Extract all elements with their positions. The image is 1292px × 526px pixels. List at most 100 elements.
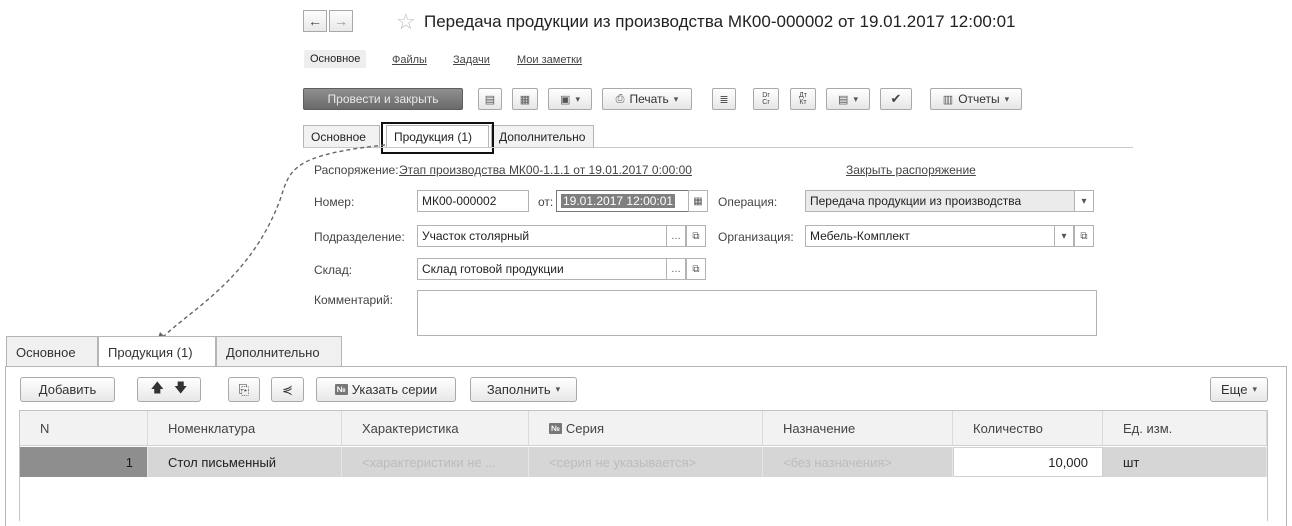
bottom-tab-products-label: Продукция (1) bbox=[108, 345, 193, 360]
arrow-up-icon[interactable]: 🡅 bbox=[151, 379, 164, 401]
post-and-close-button[interactable]: Провести и закрыть bbox=[303, 88, 463, 110]
highlight-frame bbox=[381, 122, 494, 154]
page-title: Передача продукции из производства МК00-… bbox=[424, 12, 1016, 31]
col-header-item[interactable]: Номенклатура bbox=[148, 411, 342, 446]
print-label: Печать bbox=[629, 92, 669, 106]
checkmark-icon: ✔ bbox=[890, 91, 902, 106]
dr-cr-icon: Dr Cr bbox=[762, 92, 770, 106]
organization-label: Организация: bbox=[718, 230, 794, 244]
dt-kt-icon: Дт Кт bbox=[799, 92, 807, 106]
fill-label: Заполнить bbox=[486, 382, 551, 397]
reports-label: Отчеты bbox=[958, 92, 1000, 106]
related-docs-button[interactable]: ▤ bbox=[826, 88, 870, 110]
col-header-characteristic[interactable]: Характеристика bbox=[342, 411, 529, 446]
operation-label: Операция: bbox=[718, 195, 778, 209]
date-field[interactable]: 19.01.2017 12:00:01 bbox=[556, 190, 689, 212]
calendar-button[interactable]: ▦ bbox=[688, 190, 708, 212]
operation-field[interactable]: Передача продукции из производства bbox=[805, 190, 1075, 212]
order-link[interactable]: Этап производства МК00-1.1.1 от 19.01.20… bbox=[399, 163, 692, 177]
save-button[interactable]: ▤ bbox=[478, 88, 502, 110]
bottom-tab-additional-label: Дополнительно bbox=[226, 344, 320, 360]
operation-dropdown-button[interactable]: ▾ bbox=[1074, 190, 1094, 212]
form-tab-additional-label: Дополнительно bbox=[499, 129, 586, 144]
favorite-star-icon[interactable]: ☆ bbox=[396, 9, 416, 35]
reports-button[interactable]: ▥ Отчеты bbox=[930, 88, 1022, 110]
col-header-series[interactable]: № Серия bbox=[529, 411, 763, 446]
more-label: Еще bbox=[1221, 382, 1248, 397]
close-order-link[interactable]: Закрыть распоряжение bbox=[846, 163, 976, 177]
organization-field[interactable]: Мебель-Комплект bbox=[805, 225, 1055, 247]
cell-purpose[interactable]: <без назначения> bbox=[763, 447, 953, 477]
printer-icon: ⎙ bbox=[615, 92, 625, 105]
dt-kt-button[interactable]: Дт Кт bbox=[790, 88, 816, 110]
bottom-tab-additional[interactable]: Дополнительно bbox=[216, 336, 342, 367]
form-link-files[interactable]: Файлы bbox=[392, 54, 427, 66]
create-based-on-button[interactable]: ▣ bbox=[548, 88, 592, 110]
tab-underline bbox=[303, 147, 1133, 148]
warehouse-field[interactable]: Склад готовой продукции bbox=[417, 258, 667, 280]
save-icon: ▤ bbox=[484, 93, 496, 106]
open-icon: ⧉ bbox=[692, 230, 700, 242]
open-icon: ⧉ bbox=[1080, 230, 1088, 242]
number-field[interactable]: МК00-000002 bbox=[417, 190, 529, 212]
cell-item[interactable]: Стол письменный bbox=[148, 447, 342, 477]
list-icon: ≣ bbox=[719, 93, 729, 106]
share-button[interactable]: ⋞ bbox=[271, 377, 304, 402]
bottom-tab-products[interactable]: Продукция (1) bbox=[98, 336, 216, 368]
specify-series-label: Указать серии bbox=[351, 382, 438, 397]
division-open-button[interactable]: ⧉ bbox=[686, 225, 706, 247]
add-button[interactable]: Добавить bbox=[20, 377, 115, 402]
arrow-down-icon[interactable]: 🡇 bbox=[174, 379, 187, 401]
cell-n[interactable]: 1 bbox=[20, 447, 148, 477]
print-button[interactable]: ⎙ Печать bbox=[602, 88, 692, 110]
open-icon: ⧉ bbox=[692, 263, 700, 275]
organization-dropdown-button[interactable]: ▾ bbox=[1054, 225, 1074, 247]
col-header-purpose[interactable]: Назначение bbox=[763, 411, 953, 446]
dr-cr-button[interactable]: Dr Cr bbox=[753, 88, 779, 110]
forward-button[interactable]: → bbox=[329, 10, 353, 32]
division-select-button[interactable]: … bbox=[666, 225, 686, 247]
chevron-down-icon: ▾ bbox=[1061, 230, 1067, 242]
chevron-down-icon: ▾ bbox=[1081, 195, 1087, 207]
form-link-tasks[interactable]: Задачи bbox=[453, 54, 490, 66]
split-icon: ⋞ bbox=[282, 381, 293, 397]
copy-row-button[interactable]: ⎘ bbox=[228, 377, 260, 402]
back-button[interactable]: ← bbox=[303, 10, 327, 32]
specify-series-button[interactable]: № Указать серии bbox=[316, 377, 456, 402]
organization-open-button[interactable]: ⧉ bbox=[1074, 225, 1094, 247]
cell-series[interactable]: <серия не указывается> bbox=[529, 447, 763, 477]
form-link-main[interactable]: Основное bbox=[304, 50, 367, 68]
calendar-icon: ▦ bbox=[693, 195, 703, 207]
structure-button[interactable]: ≣ bbox=[712, 88, 736, 110]
callout-arrow bbox=[156, 144, 386, 344]
number-badge-icon: № bbox=[549, 422, 562, 434]
date-value: 19.01.2017 12:00:01 bbox=[561, 194, 676, 208]
more-button[interactable]: Еще bbox=[1210, 377, 1268, 402]
ellipsis-icon: … bbox=[671, 263, 681, 275]
warehouse-open-button[interactable]: ⧉ bbox=[686, 258, 706, 280]
check-button[interactable]: ✔ bbox=[880, 88, 912, 110]
arrow-left-icon: ← bbox=[308, 13, 322, 29]
create-based-icon: ▣ bbox=[560, 93, 571, 106]
bottom-tab-main[interactable]: Основное bbox=[6, 336, 98, 367]
form-link-notes[interactable]: Мои заметки bbox=[517, 54, 582, 66]
form-tab-additional[interactable]: Дополнительно bbox=[491, 125, 594, 147]
bottom-tab-main-label: Основное bbox=[16, 344, 76, 360]
col-header-unit[interactable]: Ед. изм. bbox=[1103, 411, 1267, 446]
move-buttons[interactable]: 🡅 🡇 bbox=[137, 377, 201, 402]
number-badge-icon: № bbox=[334, 384, 348, 395]
arrow-right-icon: → bbox=[334, 13, 348, 29]
cell-unit[interactable]: шт bbox=[1103, 447, 1267, 477]
col-header-n[interactable]: N bbox=[20, 411, 148, 446]
copy-icon: ⎘ bbox=[238, 381, 250, 397]
col-header-quantity[interactable]: Количество bbox=[953, 411, 1103, 446]
comment-field[interactable] bbox=[417, 290, 1097, 336]
related-docs-icon: ▤ bbox=[838, 93, 849, 106]
post-button[interactable]: ▦ bbox=[512, 88, 538, 110]
warehouse-select-button[interactable]: … bbox=[666, 258, 686, 280]
reports-icon: ▥ bbox=[942, 93, 954, 106]
division-field[interactable]: Участок столярный bbox=[417, 225, 667, 247]
cell-characteristic[interactable]: <характеристики не ... bbox=[342, 447, 529, 477]
cell-quantity[interactable]: 10,000 bbox=[953, 447, 1103, 477]
fill-button[interactable]: Заполнить bbox=[470, 377, 577, 402]
